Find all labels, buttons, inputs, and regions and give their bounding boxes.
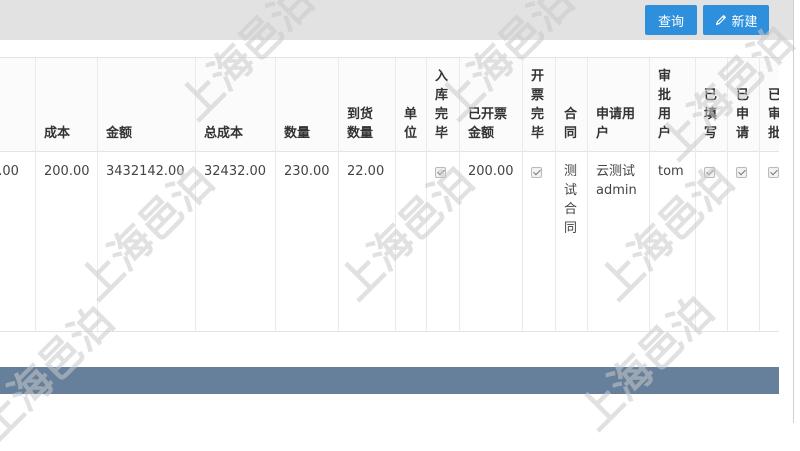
cell-quantity: 230.00 xyxy=(284,164,330,179)
column-unit: 单 位 xyxy=(395,58,426,331)
column-applied: 已 申 请 xyxy=(727,58,759,331)
column-prev: 0.00 xyxy=(0,58,35,331)
column-header-invoiced-amount[interactable]: 已开票 金额 xyxy=(460,58,522,152)
column-header-quantity[interactable]: 数量 xyxy=(276,58,338,152)
column-amount: 金额 3432142.00 xyxy=(97,58,195,331)
cell-stock-done xyxy=(427,152,459,331)
column-invoiced-amount: 已开票 金额 200.00 xyxy=(459,58,522,331)
cell-cost: 200.00 xyxy=(44,164,90,179)
filled-checkbox[interactable] xyxy=(704,167,715,178)
cell-contract: 测 试 合 同 xyxy=(564,164,578,236)
cell-approver: tom xyxy=(658,164,684,179)
column-stock-done: 入 库 完 毕 xyxy=(426,58,459,331)
column-header-total-cost[interactable]: 总成本 xyxy=(196,58,275,152)
cell-applicant: 云测试 admin xyxy=(596,164,637,198)
column-invoice-done: 开 票 完 毕 xyxy=(522,58,555,331)
cell-arrival-qty: 22.00 xyxy=(347,164,385,179)
new-button-label: 新建 xyxy=(731,14,758,30)
invoice-done-checkbox[interactable] xyxy=(531,167,542,178)
column-header-unit[interactable]: 单 位 xyxy=(396,58,426,152)
column-applicant: 申请用 户 云测试 admin xyxy=(587,58,649,331)
cell-amount: 3432142.00 xyxy=(106,164,185,179)
column-approver: 审 批 用 户 tom xyxy=(649,58,695,331)
column-header-applicant[interactable]: 申请用 户 xyxy=(588,58,649,152)
window-edge xyxy=(793,0,794,423)
new-button[interactable]: 新建 xyxy=(703,5,769,35)
column-arrival-qty: 到货 数量 22.00 xyxy=(338,58,395,331)
toolbar: 查询 新建 xyxy=(0,0,793,40)
query-button[interactable]: 查询 xyxy=(645,5,697,35)
applied-checkbox[interactable] xyxy=(736,167,747,178)
app-frame: 查询 新建 0.00 成本 200.00 金额 3432142.00 总成本 3… xyxy=(0,0,793,423)
column-header-applied[interactable]: 已 申 请 xyxy=(728,58,759,152)
column-header-approver[interactable]: 审 批 用 户 xyxy=(650,58,695,152)
column-header-amount[interactable]: 金额 xyxy=(98,58,195,152)
cell-invoice-done xyxy=(523,152,555,331)
horizontal-scrollbar[interactable] xyxy=(0,367,779,394)
pencil-icon xyxy=(716,15,727,25)
column-cost: 成本 200.00 xyxy=(35,58,97,331)
column-header-prev xyxy=(0,58,35,152)
column-total-cost: 总成本 32432.00 xyxy=(195,58,275,331)
cell-invoiced-amount: 200.00 xyxy=(468,164,514,179)
cell-unit xyxy=(396,152,426,331)
column-quantity: 数量 230.00 xyxy=(275,58,338,331)
vertical-scroll-area xyxy=(779,40,793,394)
column-header-contract[interactable]: 合 同 xyxy=(556,58,587,152)
column-header-cost[interactable]: 成本 xyxy=(36,58,97,152)
stock-done-checkbox[interactable] xyxy=(435,167,446,178)
approved-checkbox[interactable] xyxy=(768,167,779,178)
query-button-label: 查询 xyxy=(657,14,684,30)
column-header-invoice-done[interactable]: 开 票 完 毕 xyxy=(523,58,555,152)
cell-prev: 0.00 xyxy=(0,164,19,179)
cell-filled xyxy=(696,152,727,331)
cell-total-cost: 32432.00 xyxy=(204,164,267,179)
data-table: 0.00 成本 200.00 金额 3432142.00 总成本 32432.0… xyxy=(0,57,793,332)
column-header-stock-done[interactable]: 入 库 完 毕 xyxy=(427,58,459,152)
column-header-arrival-qty[interactable]: 到货 数量 xyxy=(339,58,395,152)
column-header-filled[interactable]: 已 填 写 xyxy=(696,58,727,152)
cell-applied xyxy=(728,152,759,331)
column-filled: 已 填 写 xyxy=(695,58,727,331)
column-contract: 合 同 测 试 合 同 xyxy=(555,58,587,331)
